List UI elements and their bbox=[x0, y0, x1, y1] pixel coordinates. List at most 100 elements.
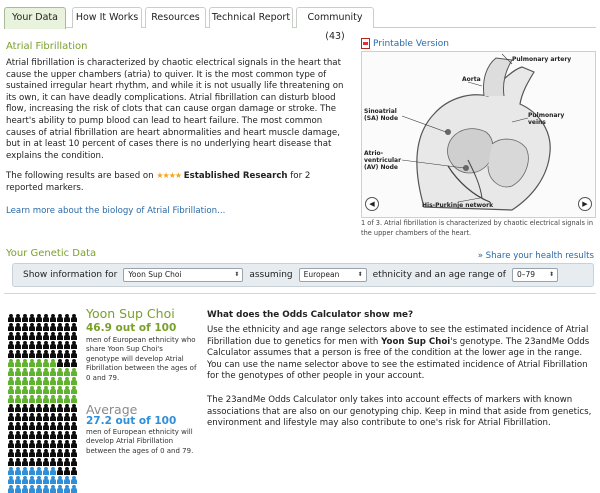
age-range-select-value: 0–79 bbox=[516, 270, 536, 279]
tab-community[interactable]: Community (43) bbox=[296, 7, 374, 42]
person-icon bbox=[57, 350, 63, 358]
person-icon bbox=[50, 476, 56, 484]
person-icon bbox=[64, 359, 70, 367]
right-arrow-icon[interactable]: ▶ bbox=[578, 197, 592, 211]
person-icon bbox=[29, 359, 35, 367]
label-sa-node: Sinoatrial (SA) Node bbox=[364, 108, 399, 122]
person-icon bbox=[22, 449, 28, 457]
heart-illustration: Aorta Pulmonary artery Sinoatrial (SA) N… bbox=[361, 51, 596, 218]
person-icon bbox=[36, 467, 42, 475]
person-icon bbox=[29, 467, 35, 475]
label-pulmonary-artery: Pulmonary artery bbox=[512, 56, 572, 63]
person-icon bbox=[29, 413, 35, 421]
person-icon bbox=[29, 431, 35, 439]
people-grid-you bbox=[8, 314, 77, 403]
tab-bar: Your Data How It Works Resources Technic… bbox=[4, 7, 596, 42]
person-icon bbox=[71, 359, 77, 367]
person-icon bbox=[64, 440, 70, 448]
condition-description: Atrial fibrillation is characterized by … bbox=[6, 58, 344, 161]
person-icon bbox=[15, 377, 21, 385]
learn-more-link[interactable]: Learn more about the biology of Atrial F… bbox=[6, 206, 225, 218]
person-icon bbox=[22, 422, 28, 430]
person-icon bbox=[64, 458, 70, 466]
person-icon bbox=[50, 350, 56, 358]
person-icon bbox=[22, 431, 28, 439]
left-arrow-icon[interactable]: ◀ bbox=[365, 197, 379, 211]
person-icon bbox=[50, 395, 56, 403]
pdf-icon bbox=[361, 38, 370, 49]
person-icon bbox=[22, 458, 28, 466]
person-icon bbox=[36, 332, 42, 340]
person-icon bbox=[57, 395, 63, 403]
age-range-select[interactable]: 0–79 ⬍ bbox=[511, 268, 558, 282]
person-icon bbox=[50, 413, 56, 421]
person-icon bbox=[36, 431, 42, 439]
person-icon bbox=[29, 485, 35, 493]
person-icon bbox=[50, 422, 56, 430]
person-icon bbox=[43, 485, 49, 493]
tab-resources[interactable]: Resources bbox=[145, 7, 206, 28]
tab-your-data[interactable]: Your Data bbox=[4, 7, 66, 29]
person-icon bbox=[50, 431, 56, 439]
person-icon bbox=[64, 431, 70, 439]
person-icon bbox=[15, 323, 21, 331]
printable-version-label: Printable Version bbox=[373, 38, 449, 49]
person-icon bbox=[22, 467, 28, 475]
person-select[interactable]: Yoon Sup Choi ⬍ bbox=[123, 268, 244, 282]
person-icon bbox=[36, 341, 42, 349]
person-icon bbox=[71, 395, 77, 403]
person-icon bbox=[15, 386, 21, 394]
person-icon bbox=[8, 422, 14, 430]
results-prefix: The following results are based on bbox=[6, 171, 154, 181]
person-icon bbox=[8, 395, 14, 403]
person-icon bbox=[36, 422, 42, 430]
person-icon bbox=[71, 404, 77, 412]
person-icon bbox=[15, 422, 21, 430]
person-icon bbox=[22, 476, 28, 484]
person-icon bbox=[29, 368, 35, 376]
person-icon bbox=[64, 386, 70, 394]
person-icon bbox=[29, 458, 35, 466]
person-icon bbox=[57, 386, 63, 394]
person-icon bbox=[50, 386, 56, 394]
person-icon bbox=[22, 350, 28, 358]
person-icon bbox=[57, 332, 63, 340]
printable-version-link[interactable]: Printable Version bbox=[361, 38, 449, 49]
person-icon bbox=[71, 332, 77, 340]
person-icon bbox=[43, 449, 49, 457]
person-icon bbox=[50, 323, 56, 331]
label-aorta: Aorta bbox=[462, 76, 481, 83]
person-icon bbox=[8, 341, 14, 349]
person-icon bbox=[71, 449, 77, 457]
person-icon bbox=[50, 332, 56, 340]
person-icon bbox=[50, 458, 56, 466]
person-icon bbox=[50, 359, 56, 367]
share-health-results-link[interactable]: » Share your health results bbox=[478, 251, 594, 261]
person-icon bbox=[29, 377, 35, 385]
odds-calculator-title: What does the Odds Calculator show me? bbox=[207, 310, 414, 320]
person-icon bbox=[15, 485, 21, 493]
person-icon bbox=[43, 422, 49, 430]
person-icon bbox=[8, 458, 14, 466]
section-divider bbox=[4, 293, 596, 294]
person-icon bbox=[64, 350, 70, 358]
person-icon bbox=[8, 377, 14, 385]
person-icon bbox=[29, 341, 35, 349]
person-icon bbox=[22, 368, 28, 376]
person-icon bbox=[71, 440, 77, 448]
tab-technical-report[interactable]: Technical Report bbox=[209, 7, 293, 28]
label-his-purkinje: His-Purkinje network bbox=[422, 202, 494, 209]
results-basis: The following results are based on ★★★★ … bbox=[6, 170, 346, 194]
ethnicity-select[interactable]: European ⬍ bbox=[298, 268, 367, 282]
chevron-updown-icon: ⬍ bbox=[548, 271, 554, 278]
tab-how-it-works[interactable]: How It Works bbox=[72, 7, 142, 28]
person-icon bbox=[50, 341, 56, 349]
rating-stars-icon: ★★★★ bbox=[156, 171, 182, 180]
person-icon bbox=[22, 341, 28, 349]
person-icon bbox=[15, 350, 21, 358]
person-icon bbox=[57, 404, 63, 412]
person-icon bbox=[43, 359, 49, 367]
person-icon bbox=[8, 386, 14, 394]
person-icon bbox=[71, 368, 77, 376]
person-icon bbox=[15, 332, 21, 340]
